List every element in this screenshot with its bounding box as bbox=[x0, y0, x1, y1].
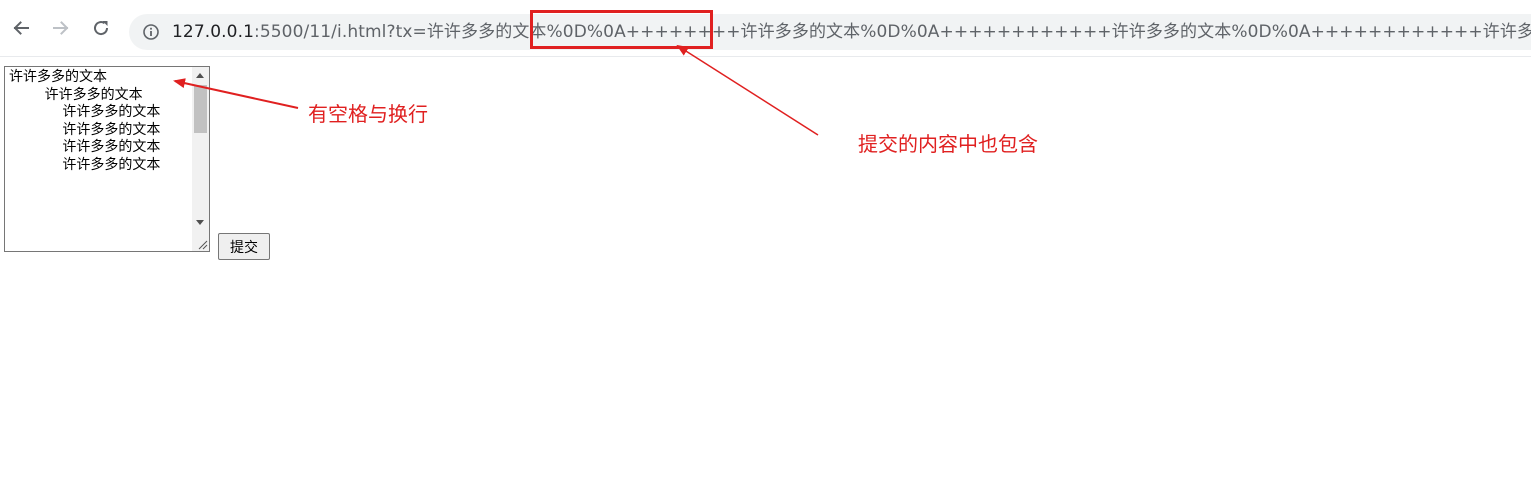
url-host: 127.0.0.1 bbox=[172, 22, 255, 42]
browser-toolbar: 127.0.0.1:5500/11/i.html?tx=许许多多的文本%0D%0… bbox=[0, 0, 1531, 57]
scroll-thumb[interactable] bbox=[194, 85, 207, 133]
url-text: 127.0.0.1:5500/11/i.html?tx=许许多多的文本%0D%0… bbox=[172, 14, 1531, 50]
back-button[interactable] bbox=[9, 16, 33, 40]
address-bar[interactable]: 127.0.0.1:5500/11/i.html?tx=许许多多的文本%0D%0… bbox=[129, 14, 1531, 50]
url-path-query: :5500/11/i.html?tx=许许多多的文本%0D%0A++++++++… bbox=[254, 22, 1531, 42]
text-area[interactable]: 许许多多的文本 许许多多的文本 许许多多的文本 许许多多的文本 许许多多的文本 … bbox=[4, 66, 210, 252]
highlight-box bbox=[530, 10, 713, 49]
annotation-spaces-newlines: 有空格与换行 bbox=[308, 102, 428, 126]
forward-button[interactable] bbox=[49, 16, 73, 40]
text-area-value: 许许多多的文本 许许多多的文本 许许多多的文本 许许多多的文本 许许多多的文本 … bbox=[9, 69, 161, 173]
submit-button[interactable]: 提交 bbox=[218, 233, 270, 260]
scroll-down-icon[interactable] bbox=[196, 220, 204, 225]
arrow-to-url bbox=[676, 44, 819, 136]
reload-button[interactable] bbox=[89, 16, 113, 40]
back-arrow-icon bbox=[13, 21, 29, 35]
scroll-up-icon[interactable] bbox=[196, 73, 204, 78]
resize-grip-icon[interactable] bbox=[196, 238, 208, 250]
vertical-scrollbar[interactable] bbox=[192, 67, 209, 251]
info-icon[interactable] bbox=[142, 23, 160, 41]
forward-arrow-icon bbox=[53, 21, 69, 35]
reload-icon bbox=[94, 21, 109, 36]
annotation-submitted-contains: 提交的内容中也包含 bbox=[858, 132, 1038, 156]
